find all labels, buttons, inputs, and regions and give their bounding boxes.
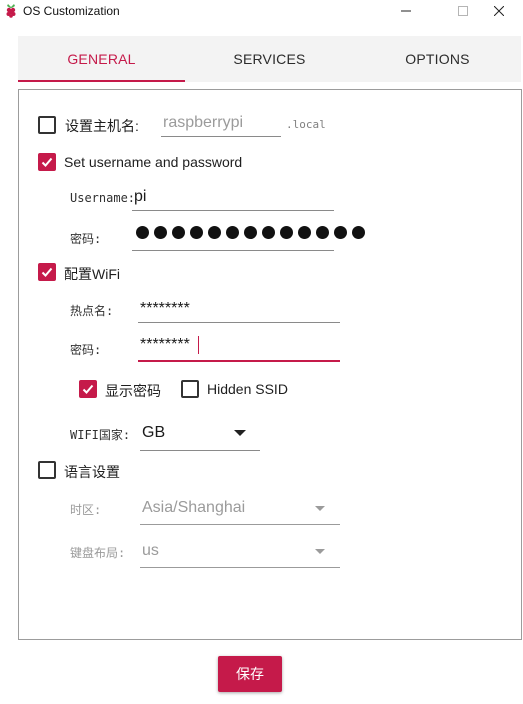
password-mask-dot bbox=[316, 226, 329, 239]
raspberry-app-icon bbox=[4, 3, 18, 18]
timezone-select[interactable]: Asia/Shanghai bbox=[140, 494, 340, 525]
password-mask-dot bbox=[280, 226, 293, 239]
wifi-country-select[interactable]: GB bbox=[140, 420, 260, 451]
user-password-mask bbox=[136, 226, 365, 239]
password-mask-dot bbox=[136, 226, 149, 239]
timezone-label: 时区: bbox=[70, 503, 102, 517]
keyboard-select[interactable]: us bbox=[140, 537, 340, 568]
wifi-country-label: WIFI国家: bbox=[70, 428, 131, 442]
password-mask-dot bbox=[226, 226, 239, 239]
password-mask-dot bbox=[262, 226, 275, 239]
hostname-input[interactable]: raspberrypi bbox=[161, 108, 281, 137]
locale-label: 语言设置 bbox=[64, 464, 120, 480]
tab-options-label: OPTIONS bbox=[405, 51, 470, 67]
password-mask-dot bbox=[154, 226, 167, 239]
password-mask-dot bbox=[352, 226, 365, 239]
active-tab-indicator bbox=[18, 80, 185, 82]
ssid-label: 热点名: bbox=[70, 304, 114, 318]
hidden-ssid-label: Hidden SSID bbox=[207, 381, 288, 397]
password-mask-dot bbox=[208, 226, 221, 239]
close-button[interactable] bbox=[476, 0, 522, 22]
password-mask-dot bbox=[334, 226, 347, 239]
minimize-button[interactable] bbox=[383, 0, 429, 22]
hostname-checkbox[interactable] bbox=[38, 116, 56, 134]
username-input[interactable]: pi bbox=[132, 182, 334, 211]
wifi-country-value: GB bbox=[142, 424, 166, 441]
user-password-label: 密码: bbox=[70, 232, 102, 246]
timezone-value: Asia/Shanghai bbox=[142, 499, 246, 516]
user-label: Set username and password bbox=[64, 154, 243, 170]
username-label: Username: bbox=[70, 191, 136, 205]
tab-general[interactable]: GENERAL bbox=[18, 36, 185, 82]
save-button[interactable]: 保存 bbox=[218, 656, 282, 692]
wifi-password-value: ******** bbox=[140, 336, 190, 353]
locale-checkbox[interactable] bbox=[38, 461, 56, 479]
save-button-label: 保存 bbox=[236, 666, 264, 682]
title-bar: OS Customization bbox=[0, 0, 523, 22]
tab-services-label: SERVICES bbox=[233, 51, 306, 67]
hidden-ssid-checkbox[interactable] bbox=[181, 380, 199, 398]
ssid-value: ******** bbox=[140, 300, 190, 317]
wifi-checkbox[interactable] bbox=[38, 263, 56, 281]
show-password-checkbox[interactable] bbox=[79, 380, 97, 398]
ssid-input[interactable]: ******** bbox=[138, 294, 340, 323]
tab-general-label: GENERAL bbox=[67, 51, 136, 67]
password-mask-dot bbox=[298, 226, 311, 239]
password-mask-dot bbox=[244, 226, 257, 239]
chevron-down-icon bbox=[234, 430, 246, 436]
hostname-suffix: .local bbox=[286, 118, 326, 131]
tab-bar: GENERAL SERVICES OPTIONS bbox=[18, 36, 521, 82]
password-mask-dot bbox=[172, 226, 185, 239]
chevron-down-icon bbox=[315, 506, 325, 511]
password-mask-dot bbox=[190, 226, 203, 239]
keyboard-label: 键盘布局: bbox=[70, 546, 126, 560]
user-checkbox[interactable] bbox=[38, 153, 56, 171]
keyboard-value: us bbox=[142, 542, 159, 559]
hostname-value: raspberrypi bbox=[163, 114, 244, 131]
tab-services[interactable]: SERVICES bbox=[186, 36, 353, 82]
show-password-label: 显示密码 bbox=[105, 383, 161, 399]
text-caret bbox=[198, 336, 199, 354]
window-title: OS Customization bbox=[23, 4, 120, 18]
username-value: pi bbox=[134, 188, 147, 205]
wifi-label: 配置WiFi bbox=[64, 266, 120, 282]
chevron-down-icon bbox=[315, 549, 325, 554]
wifi-password-label: 密码: bbox=[70, 343, 102, 357]
hostname-label: 设置主机名: bbox=[65, 118, 139, 134]
wifi-password-input[interactable]: ******** bbox=[138, 330, 340, 362]
tab-options[interactable]: OPTIONS bbox=[354, 36, 521, 82]
